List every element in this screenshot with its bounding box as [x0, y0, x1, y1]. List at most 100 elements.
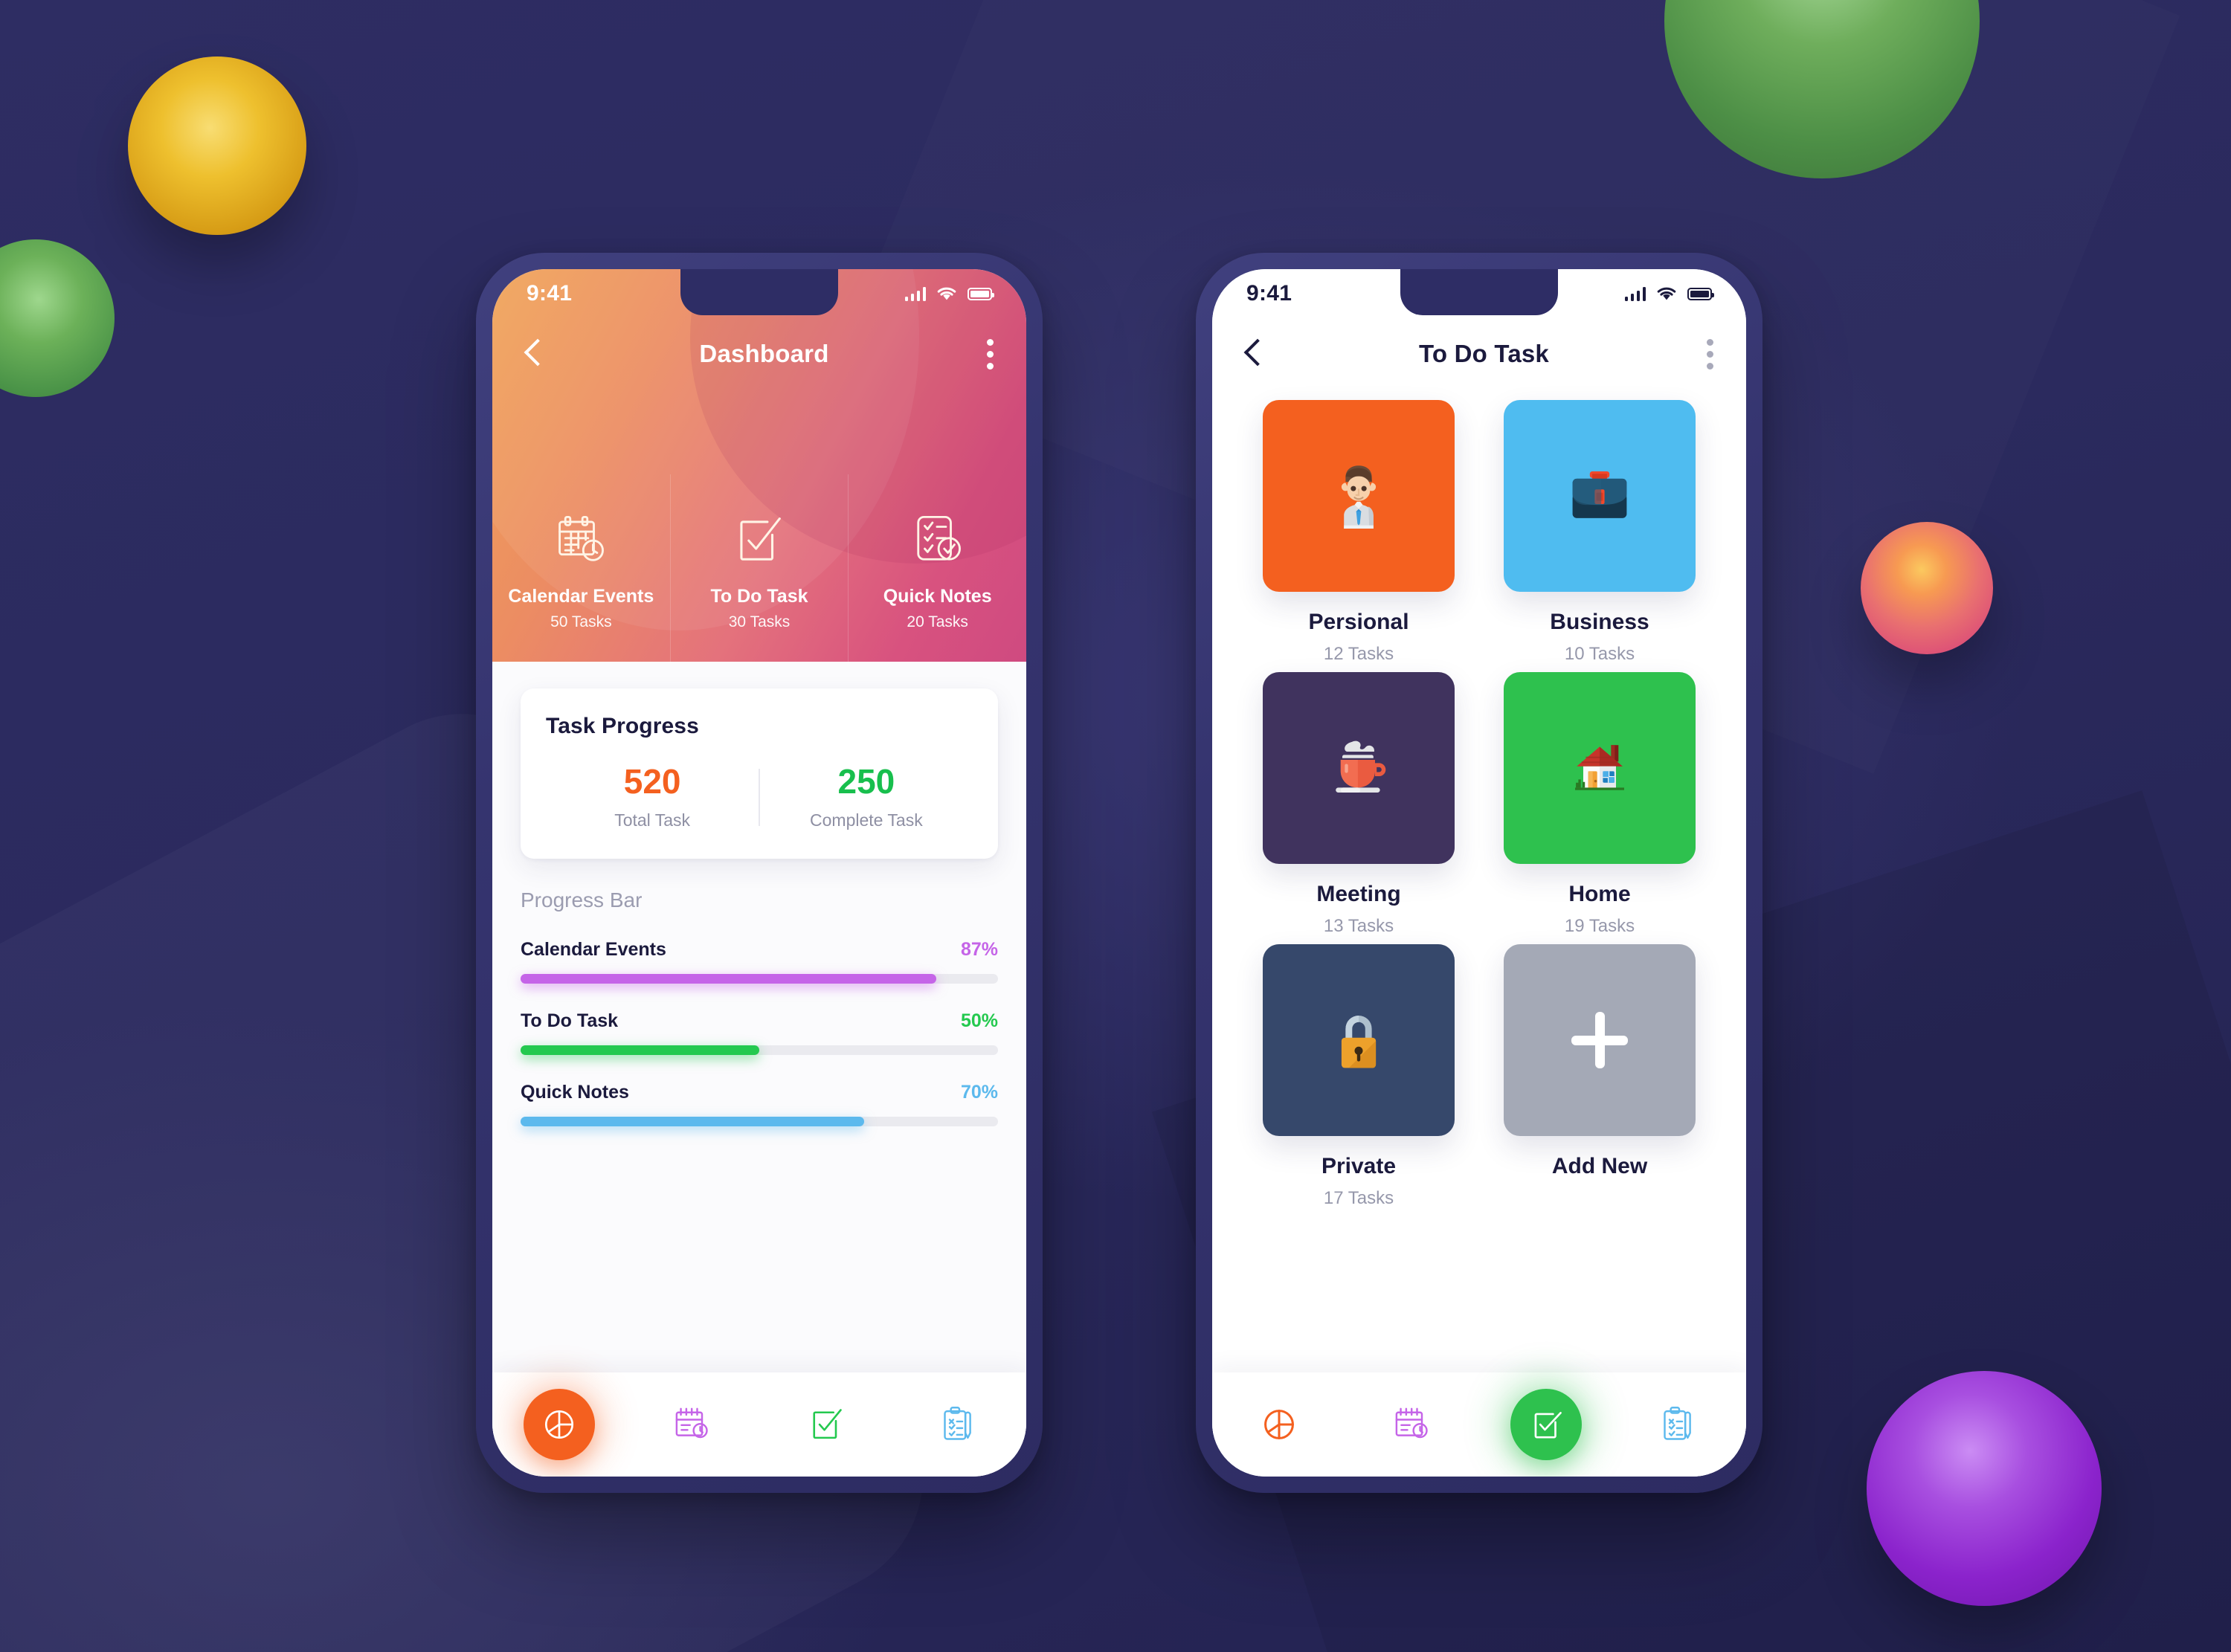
progress-label: Calendar Events	[521, 939, 666, 960]
category-tile	[1504, 400, 1696, 592]
category-tile	[1263, 400, 1455, 592]
summary-tab-quick-notes[interactable]: Quick Notes 20 Tasks	[848, 474, 1026, 662]
tabbar-item-todo[interactable]	[1479, 1389, 1613, 1460]
summary-tab-label: Quick Notes	[883, 585, 992, 607]
stat-caption: Total Task	[614, 810, 691, 830]
category-tile	[1504, 944, 1696, 1136]
chevron-left-icon[interactable]	[525, 340, 541, 368]
checklist-check-icon	[912, 506, 964, 574]
tabbar-item-dashboard[interactable]	[492, 1389, 626, 1460]
progress-fill	[521, 1045, 759, 1055]
progress-track[interactable]	[521, 974, 998, 984]
summary-tab-count: 30 Tasks	[728, 613, 791, 630]
category-count: 19 Tasks	[1564, 916, 1635, 936]
chevron-left-icon[interactable]	[1245, 340, 1261, 368]
phone-todo-task: 9:41 To Do Task Persional 12 Tasks Busin…	[1196, 253, 1762, 1493]
progress-fill	[521, 1117, 865, 1126]
category-count: 12 Tasks	[1323, 644, 1394, 664]
padlock-icon	[1341, 1016, 1377, 1068]
category-card-persional[interactable]: Persional 12 Tasks	[1255, 400, 1462, 665]
stat-value: 520	[623, 762, 681, 801]
todo-body: 9:41 To Do Task Persional 12 Tasks Busin…	[1212, 269, 1746, 1477]
stat-value: 250	[837, 762, 895, 801]
category-card-add-new[interactable]: Add New	[1496, 944, 1703, 1209]
page-title: To Do Task	[1419, 340, 1549, 367]
progress-percent: 50%	[960, 1010, 998, 1031]
category-card-home[interactable]: Home 19 Tasks	[1496, 672, 1703, 937]
task-progress-title: Task Progress	[546, 714, 699, 738]
yellow-sphere	[128, 57, 306, 235]
stat-total-task: 520 Total Task	[546, 764, 759, 830]
businessman-avatar-icon	[1341, 465, 1377, 529]
signal-bars-icon	[1624, 286, 1646, 301]
tabbar-item-calendar[interactable]	[1346, 1405, 1480, 1444]
progress-percent: 70%	[960, 1082, 998, 1103]
battery-icon	[1687, 287, 1714, 300]
pie-chart-icon	[523, 1389, 595, 1460]
category-name: Business	[1550, 610, 1649, 634]
category-name: Meeting	[1316, 882, 1401, 906]
progress-bar-section: Progress Bar Calendar Events 87% To Do T…	[521, 888, 998, 1126]
tabbar-item-notes[interactable]	[1613, 1405, 1747, 1444]
dashboard-summary-tabs: Calendar Events 50 Tasks To Do Task 30 T…	[492, 474, 1026, 662]
summary-tab-label: Calendar Events	[508, 585, 654, 607]
category-name: Add New	[1551, 1154, 1648, 1178]
status-time: 9:41	[527, 281, 573, 306]
progress-item-calendar-events: Calendar Events 87%	[521, 939, 998, 984]
task-progress-stats: 520 Total Task 250 Complete Task	[546, 764, 973, 830]
page-title: Dashboard	[699, 340, 829, 367]
tabbar-item-notes[interactable]	[893, 1405, 1027, 1444]
progress-label: To Do Task	[521, 1010, 619, 1031]
coffee-cup-icon	[1336, 741, 1386, 793]
status-time: 9:41	[1246, 281, 1292, 306]
clipboard-pen-icon	[944, 1407, 972, 1440]
screenshot-canvas: 9:41 Dashboard Calendar Events 50 Tasks …	[0, 0, 2231, 1652]
calendar-clock-icon	[1395, 1407, 1428, 1439]
progress-item-to-do-task: To Do Task 50%	[521, 1010, 998, 1055]
phone2-screen: 9:41 To Do Task Persional 12 Tasks Busin…	[1212, 269, 1746, 1477]
category-card-business[interactable]: Business 10 Tasks	[1496, 400, 1703, 665]
tabbar-item-calendar[interactable]	[626, 1405, 760, 1444]
tabbar-item-todo[interactable]	[759, 1405, 893, 1444]
summary-tab-to-do-task[interactable]: To Do Task 30 Tasks	[669, 474, 849, 662]
category-count: 10 Tasks	[1564, 644, 1635, 664]
category-tile	[1504, 672, 1696, 864]
category-card-private[interactable]: Private 17 Tasks	[1255, 944, 1462, 1209]
phone2-tabbar	[1212, 1372, 1746, 1477]
category-grid: Persional 12 Tasks Business 10 Tasks Mee…	[1255, 400, 1703, 1209]
battery-icon	[968, 287, 994, 300]
progress-fill	[521, 974, 936, 984]
kebab-menu-icon[interactable]	[986, 338, 994, 370]
progress-percent: 87%	[960, 939, 998, 960]
phone1-screen: 9:41 Dashboard Calendar Events 50 Tasks …	[492, 269, 1026, 1477]
clipboard-pen-icon	[1664, 1407, 1692, 1440]
checkbox-pen-icon	[813, 1409, 842, 1439]
category-name: Private	[1321, 1154, 1397, 1178]
kebab-menu-icon[interactable]	[1707, 338, 1713, 370]
task-progress-card: Task Progress 520 Total Task 250 Complet…	[521, 688, 998, 859]
phone2-notch	[1400, 269, 1558, 315]
progress-track[interactable]	[521, 1117, 998, 1126]
summary-tab-calendar-events[interactable]: Calendar Events 50 Tasks	[492, 474, 670, 662]
tabbar-item-dashboard[interactable]	[1212, 1405, 1346, 1444]
calendar-clock-icon	[675, 1407, 708, 1439]
wifi-icon	[1657, 287, 1676, 300]
phone1-navbar: Dashboard	[492, 318, 1026, 390]
phone1-notch	[680, 269, 838, 315]
checkbox-pen-icon	[1510, 1389, 1582, 1460]
stat-complete-task: 250 Complete Task	[760, 764, 973, 830]
progress-track[interactable]	[521, 1045, 998, 1055]
category-card-meeting[interactable]: Meeting 13 Tasks	[1255, 672, 1462, 937]
category-count: 17 Tasks	[1323, 1188, 1394, 1208]
summary-tab-count: 50 Tasks	[550, 613, 612, 630]
stat-caption: Complete Task	[810, 810, 923, 830]
category-tile	[1263, 944, 1455, 1136]
category-name: Home	[1568, 882, 1631, 906]
dashboard-body: Task Progress 520 Total Task 250 Complet…	[492, 662, 1026, 1477]
briefcase-icon	[1572, 471, 1627, 518]
progress-bar-title: Progress Bar	[521, 888, 643, 911]
category-name: Persional	[1308, 610, 1409, 634]
category-tile	[1263, 672, 1455, 864]
phone2-navbar: To Do Task	[1212, 318, 1746, 390]
phone1-tabbar	[492, 1372, 1026, 1477]
